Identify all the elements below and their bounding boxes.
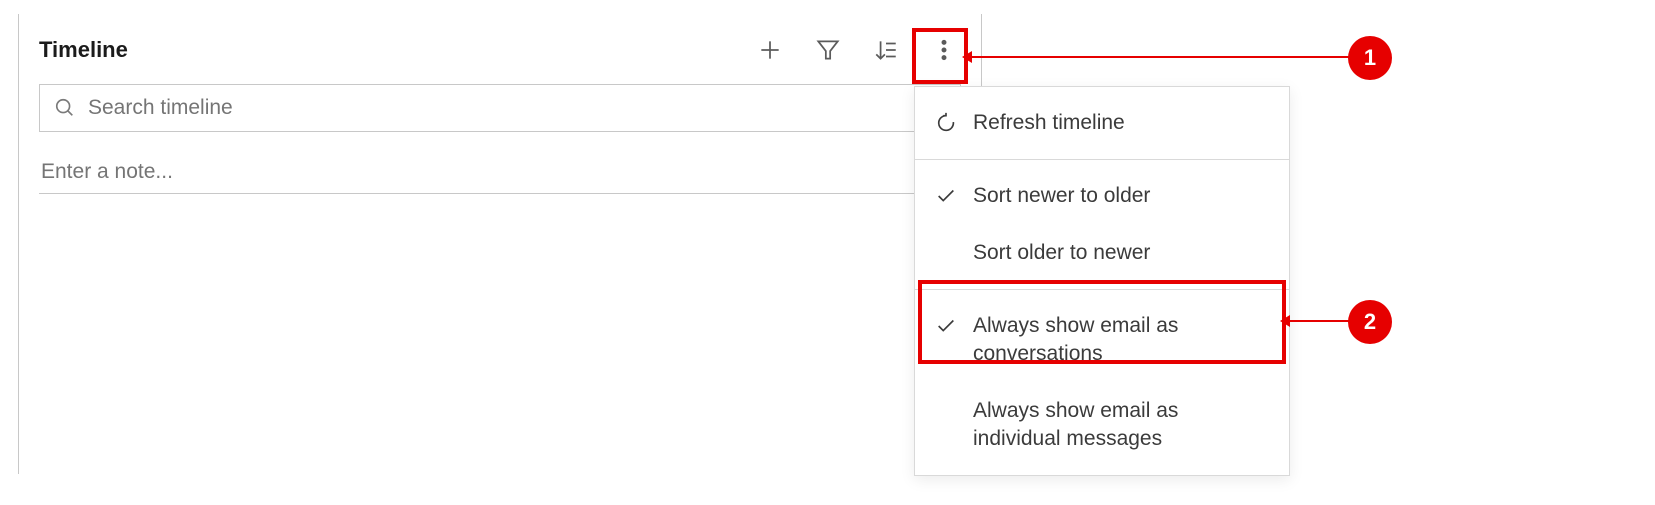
- more-vertical-icon: [931, 37, 957, 63]
- menu-item-email-conversations[interactable]: Always show email as conversations: [915, 298, 1289, 383]
- sort-button[interactable]: [869, 33, 903, 67]
- refresh-icon: [933, 112, 959, 134]
- more-menu: Refresh timeline Sort newer to older Sor…: [914, 86, 1290, 476]
- callout-badge-1: 1: [1348, 36, 1392, 80]
- plus-icon: [757, 37, 783, 63]
- menu-label: Always show email as conversations: [973, 312, 1271, 369]
- panel-title: Timeline: [39, 37, 128, 63]
- callout-arrow-2: [1288, 320, 1356, 322]
- panel-header: Timeline: [39, 28, 961, 72]
- callout-badge-2: 2: [1348, 300, 1392, 344]
- search-icon: [54, 97, 76, 119]
- menu-item-email-individual[interactable]: Always show email as individual messages: [915, 383, 1289, 468]
- timeline-panel: Timeline: [18, 14, 982, 474]
- add-button[interactable]: [753, 33, 787, 67]
- menu-label: Sort older to newer: [973, 239, 1150, 267]
- sort-icon: [873, 37, 899, 63]
- check-icon: [933, 315, 959, 337]
- menu-item-refresh[interactable]: Refresh timeline: [915, 95, 1289, 151]
- check-icon: [933, 185, 959, 207]
- menu-label: Sort newer to older: [973, 182, 1150, 210]
- search-input[interactable]: [88, 96, 946, 120]
- filter-button[interactable]: [811, 33, 845, 67]
- more-button[interactable]: [927, 33, 961, 67]
- menu-item-sort-older[interactable]: Sort older to newer: [915, 225, 1289, 281]
- menu-label: Refresh timeline: [973, 109, 1125, 137]
- search-box[interactable]: [39, 84, 961, 132]
- menu-item-sort-newer[interactable]: Sort newer to older: [915, 168, 1289, 224]
- menu-label: Always show email as individual messages: [973, 397, 1271, 454]
- note-input[interactable]: [39, 150, 961, 194]
- funnel-icon: [815, 37, 841, 63]
- callout-arrow-1: [970, 56, 1356, 58]
- toolbar: [753, 33, 961, 67]
